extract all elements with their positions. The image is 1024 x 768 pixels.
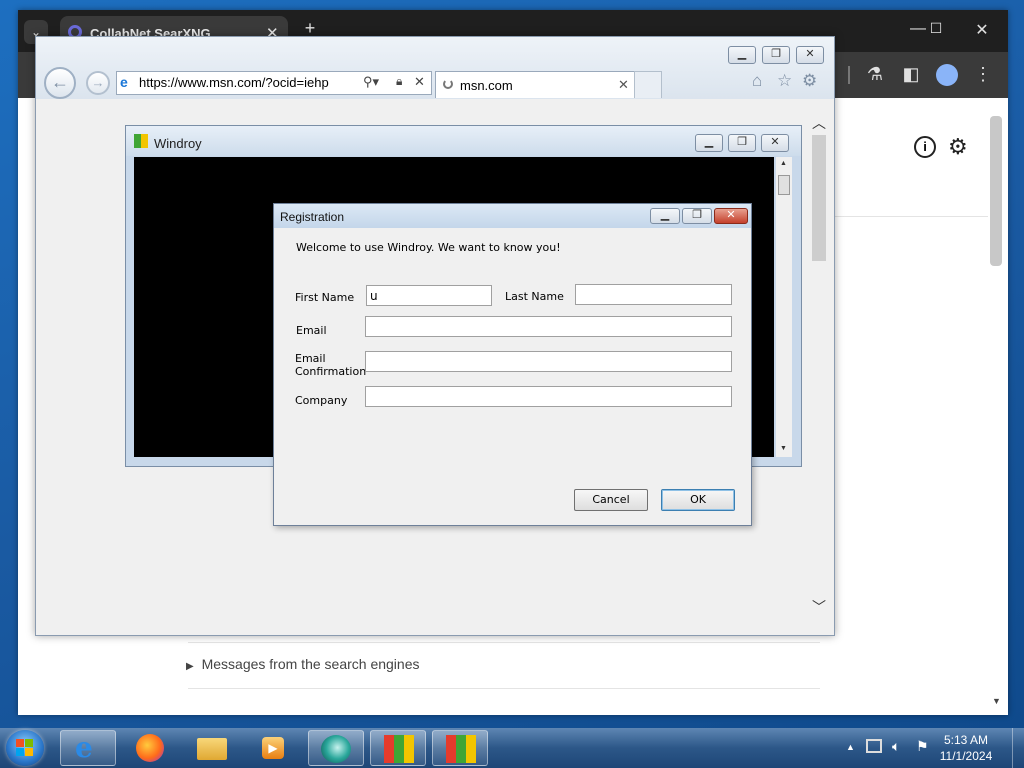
firefox-icon (136, 734, 164, 762)
lock-icon[interactable]: 🔒︎ (396, 74, 402, 89)
close-window-icon[interactable]: ✕ (970, 20, 994, 40)
taskbar-clock[interactable]: 5:13 AM 11/1/2024 (938, 732, 994, 764)
registration-dialog: Registration ▁ ❐ ✕ Welcome to use Windro… (273, 203, 752, 526)
windows-logo-q2 (25, 739, 33, 747)
email-confirmation-label-line2: Confirmation (295, 365, 367, 378)
ie-new-tab-button[interactable] (634, 71, 662, 98)
info-icon[interactable]: i (914, 136, 936, 158)
taskbar-ie[interactable]: e (60, 730, 116, 766)
last-name-label: Last Name (505, 290, 564, 303)
media-player-icon: ▶ (262, 737, 284, 759)
reg-minimize-button[interactable]: ▁ (650, 208, 680, 224)
company-label: Company (295, 394, 348, 407)
windroy-app-icon (134, 134, 148, 148)
show-desktop-button[interactable] (1012, 728, 1024, 768)
windroy-minimize-button[interactable]: ▁ (695, 134, 723, 152)
ie-restore-button[interactable]: ❐ (762, 46, 790, 64)
scroll-down-arrow-icon[interactable]: ▼ (992, 696, 1001, 706)
settings-gear-icon[interactable]: ⚙ (948, 134, 974, 160)
company-input[interactable] (365, 386, 732, 407)
windroy-scroll-down-icon[interactable]: ▼ (780, 445, 787, 452)
windroy-scrollbar[interactable]: ▲ ▼ (776, 157, 792, 457)
taskbar-windroy-1[interactable] (370, 730, 426, 766)
clock-date: 11/1/2024 (939, 749, 993, 763)
labs-flask-icon[interactable]: ⚗ (864, 64, 886, 85)
volume-muted-icon[interactable]: 🔈︎ (892, 738, 900, 755)
reg-close-button[interactable]: ✕ (714, 208, 748, 224)
taskbar-explorer[interactable] (184, 730, 240, 766)
search-engines-messages-toggle[interactable]: ▶ Messages from the search engines (186, 656, 419, 672)
email-confirmation-label-line1: Email (295, 352, 326, 365)
taskbar-windroy-2[interactable] (432, 730, 488, 766)
email-confirmation-input[interactable] (365, 351, 732, 372)
ie-address-bar[interactable]: e https://www.msn.com/?ocid=iehp ⚲▾ 🔒︎ ✕ (116, 71, 432, 95)
disclosure-triangle-icon: ▶ (186, 661, 194, 672)
ie-scrollbar-thumb[interactable] (812, 135, 826, 261)
windroy-taskbar-icon-2 (446, 735, 476, 763)
ie-tab-title: msn.com (460, 78, 513, 93)
taskbar-media-player[interactable]: ▶ (246, 730, 302, 766)
loading-spinner-icon (443, 79, 453, 89)
ie-logo-icon: e (120, 74, 128, 90)
scroll-up-chevron-icon[interactable]: ︿ (812, 113, 826, 133)
windows-logo-q4 (25, 748, 33, 756)
ie-url-text: https://www.msn.com/?ocid=iehp (139, 75, 329, 90)
clock-time: 5:13 AM (943, 733, 989, 747)
ie-tab-msn[interactable]: msn.com ✕ (435, 71, 635, 98)
side-panel-icon[interactable]: ◧ (900, 64, 922, 85)
windroy-scroll-thumb[interactable] (778, 175, 790, 195)
back-arrow-icon[interactable]: ← (44, 67, 76, 99)
windows-logo-icon (16, 739, 24, 747)
ie-minimize-button[interactable]: ▁ (728, 46, 756, 64)
last-name-input[interactable] (575, 284, 732, 305)
ie-frame: ▁ ❐ ✕ ← → e https://www.msn.com/?ocid=ie… (36, 37, 834, 99)
favorites-star-icon[interactable]: ☆ (777, 71, 792, 91)
scroll-down-chevron-icon[interactable]: ﹀ (812, 597, 826, 617)
email-input[interactable] (365, 316, 732, 337)
windroy-title: Windroy (154, 136, 202, 151)
toolbar-divider (848, 66, 850, 84)
tools-gear-icon[interactable]: ⚙ (802, 71, 817, 91)
email-confirmation-label: Email Confirmation (295, 352, 366, 378)
ie-taskbar-icon: e (75, 731, 93, 764)
forward-arrow-icon[interactable]: → (86, 71, 110, 95)
windroy-close-button[interactable]: ✕ (761, 134, 789, 152)
address-clear-icon[interactable]: ✕ (414, 74, 425, 90)
first-name-input[interactable] (366, 285, 492, 306)
email-label: Email (296, 324, 327, 337)
maximize-icon[interactable]: ☐ (924, 20, 948, 37)
windows-logo-q3 (16, 748, 24, 756)
ie-close-button[interactable]: ✕ (796, 46, 824, 64)
search-dropdown-icon[interactable]: ⚲▾ (363, 74, 379, 90)
first-name-label: First Name (295, 291, 355, 304)
windroy-restore-button[interactable]: ❐ (728, 134, 756, 152)
ie-tab-close-icon[interactable]: ✕ (618, 77, 629, 93)
action-center-flag-icon[interactable]: ⚑ (916, 738, 929, 755)
menu-kebab-icon[interactable]: ⋮ (972, 64, 994, 85)
reg-restore-button[interactable]: ❐ (682, 208, 712, 224)
teal-app-icon (321, 735, 351, 763)
start-button[interactable] (6, 730, 44, 766)
header-divider (818, 216, 988, 217)
folder-icon (197, 738, 227, 760)
profile-avatar-icon[interactable] (936, 64, 958, 86)
windroy-titlebar[interactable]: Windroy ▁ ❐ ✕ (126, 126, 801, 156)
taskbar-firefox[interactable] (122, 730, 178, 766)
home-icon[interactable]: ⌂ (752, 71, 762, 91)
registration-title: Registration (280, 210, 345, 224)
result-divider-bottom (188, 688, 820, 689)
chrome-scrollbar-thumb[interactable] (990, 116, 1002, 266)
show-hidden-icons-arrow[interactable]: ▲ (846, 742, 855, 752)
windroy-taskbar-icon (384, 735, 414, 763)
taskbar-app-teal[interactable] (308, 730, 364, 766)
network-icon[interactable] (866, 739, 882, 753)
taskbar: e ▶ ▲ 🔈︎ ⚑ (0, 728, 1024, 768)
ok-button[interactable]: OK (661, 489, 735, 511)
registration-titlebar[interactable]: Registration ▁ ❐ ✕ (274, 204, 751, 228)
search-engines-messages-label: Messages from the search engines (201, 656, 420, 672)
windroy-scroll-up-icon[interactable]: ▲ (780, 160, 787, 167)
cancel-button[interactable]: Cancel (574, 489, 648, 511)
result-divider-top (188, 642, 820, 643)
welcome-message: Welcome to use Windroy. We want to know … (296, 241, 561, 254)
